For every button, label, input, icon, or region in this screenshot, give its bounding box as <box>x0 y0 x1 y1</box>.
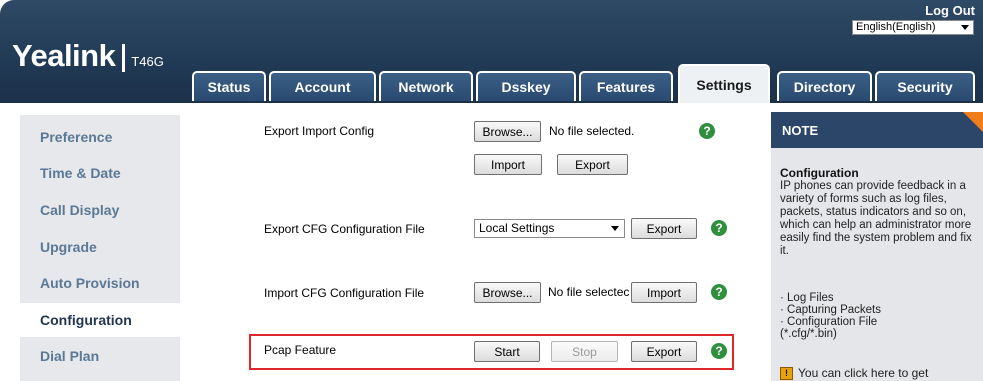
sidebar-item-preference[interactable]: Preference <box>20 120 180 154</box>
note-description: IP phones can provide feedback in a vari… <box>780 180 972 257</box>
file-status-text: No file selected. <box>549 124 635 138</box>
tab-status[interactable]: Status <box>192 71 266 101</box>
sidebar-item-auto-provision[interactable]: Auto Provision <box>20 266 180 300</box>
logout-link[interactable]: Log Out <box>925 3 975 18</box>
note-title: Configuration <box>780 166 859 180</box>
tab-dsskey[interactable]: Dsskey <box>476 71 576 101</box>
export-import-config-label: Export Import Config <box>264 124 375 138</box>
pcap-stop-button[interactable]: Stop <box>551 341 618 362</box>
tab-account[interactable]: Account <box>269 71 376 101</box>
note-body: Configuration IP phones can provide feed… <box>780 167 980 258</box>
note-corner-decoration <box>963 112 983 132</box>
list-item: · Log Files <box>780 292 834 304</box>
pcap-export-button[interactable]: Export <box>631 341 697 362</box>
chevron-down-icon <box>961 25 969 30</box>
note-heading: NOTE <box>771 112 983 148</box>
export-cfg-label: Export CFG Configuration File <box>264 222 425 236</box>
list-item: (*.cfg/*.bin) <box>780 328 837 340</box>
import-cfg-label: Import CFG Configuration File <box>264 286 425 300</box>
import-cfg-button[interactable]: Import <box>631 282 697 303</box>
import-config-button[interactable]: Import <box>474 154 542 175</box>
language-select[interactable]: English(English) <box>852 20 974 35</box>
brand-logo: Yealink <box>12 38 116 73</box>
language-value: English(English) <box>856 21 936 33</box>
note-bullets: · Log Files · Capturing Packets · Config… <box>780 292 980 340</box>
export-cfg-select[interactable]: Local Settings <box>474 219 625 238</box>
header-bar: Yealink T46G Log Out English(English) St… <box>0 0 983 103</box>
help-icon[interactable]: ? <box>699 123 715 139</box>
sidebar-item-time-date[interactable]: Time & Date <box>20 156 180 190</box>
help-icon[interactable]: ? <box>711 343 727 359</box>
tip-icon: ! <box>780 366 793 380</box>
note-tip-link[interactable]: ! You can click here to get <box>780 366 980 380</box>
note-tip-text: You can click here to get <box>798 366 929 380</box>
sidebar-item-call-display[interactable]: Call Display <box>20 193 180 227</box>
sidebar-item-configuration[interactable]: Configuration <box>20 303 180 337</box>
list-item: · Capturing Packets <box>780 304 881 316</box>
cfg-file-status-text: No file selectec <box>548 285 630 299</box>
tab-security[interactable]: Security <box>875 71 975 101</box>
pcap-feature-label: Pcap Feature <box>264 343 337 357</box>
tab-directory[interactable]: Directory <box>777 71 872 101</box>
settings-sidebar: Preference Time & Date Call Display Upgr… <box>20 115 180 381</box>
browse-button[interactable]: Browse... <box>474 121 541 142</box>
tab-network[interactable]: Network <box>379 71 473 101</box>
help-icon[interactable]: ? <box>711 284 727 300</box>
export-cfg-button[interactable]: Export <box>631 218 697 239</box>
tab-settings[interactable]: Settings <box>678 64 770 103</box>
note-panel: NOTE Configuration IP phones can provide… <box>771 112 983 381</box>
list-item: · Configuration File <box>780 316 878 328</box>
model-name: T46G <box>131 53 164 69</box>
chevron-down-icon <box>611 226 619 231</box>
browse-cfg-button[interactable]: Browse... <box>474 282 541 303</box>
web-ui-frame: Yealink T46G Log Out English(English) St… <box>0 0 983 381</box>
sidebar-item-upgrade[interactable]: Upgrade <box>20 230 180 264</box>
export-config-button[interactable]: Export <box>557 154 628 175</box>
export-cfg-select-value: Local Settings <box>479 221 555 235</box>
brand-divider <box>122 44 126 72</box>
sidebar-item-dial-plan[interactable]: Dial Plan <box>20 339 180 373</box>
brand: Yealink T46G <box>12 38 164 78</box>
pcap-start-button[interactable]: Start <box>474 341 540 362</box>
tab-features[interactable]: Features <box>579 71 673 101</box>
help-icon[interactable]: ? <box>711 220 727 236</box>
